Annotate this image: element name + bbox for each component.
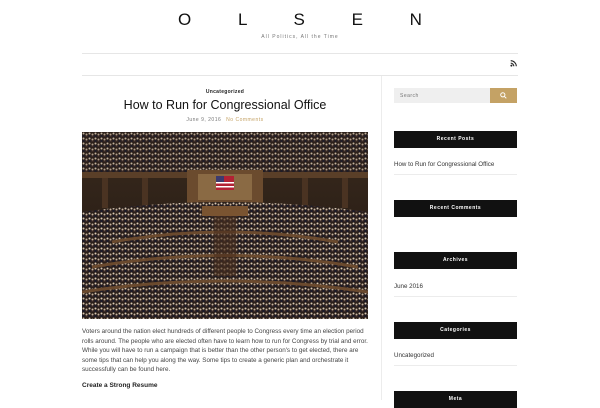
recent-comments-title: Recent Comments xyxy=(394,200,517,217)
widget-divider xyxy=(394,365,517,366)
search-input[interactable] xyxy=(394,88,490,103)
archive-link[interactable]: June 2016 xyxy=(394,283,517,290)
search-icon xyxy=(500,92,507,99)
site-header: O L S E N All Politics, All the Time xyxy=(0,0,600,54)
column-divider xyxy=(381,76,382,400)
post-meta: June 9, 2016 No Comments xyxy=(82,117,368,123)
post-excerpt: Voters around the nation elect hundreds … xyxy=(82,328,368,373)
header-divider xyxy=(82,53,518,54)
post-date: June 9, 2016 xyxy=(186,117,222,123)
site-logo[interactable]: O L S E N xyxy=(0,10,600,30)
post-subheading: Create a Strong Resume xyxy=(82,382,158,389)
recent-post-link[interactable]: How to Run for Congressional Office xyxy=(394,161,517,168)
post-title[interactable]: How to Run for Congressional Office xyxy=(82,98,368,112)
nav-divider xyxy=(82,75,518,76)
widget-divider xyxy=(394,296,517,297)
category-link[interactable]: Uncategorized xyxy=(394,352,517,359)
rss-icon[interactable] xyxy=(510,60,517,67)
categories-title: Categories xyxy=(394,322,517,339)
site-tagline: All Politics, All the Time xyxy=(261,34,339,40)
widget-divider xyxy=(394,174,517,175)
post-category[interactable]: Uncategorized xyxy=(82,89,368,95)
archives-title: Archives xyxy=(394,252,517,269)
comments-link[interactable]: No Comments xyxy=(226,117,263,123)
recent-posts-title: Recent Posts xyxy=(394,131,517,148)
search-button[interactable] xyxy=(490,88,517,103)
post-featured-image[interactable] xyxy=(82,132,368,319)
